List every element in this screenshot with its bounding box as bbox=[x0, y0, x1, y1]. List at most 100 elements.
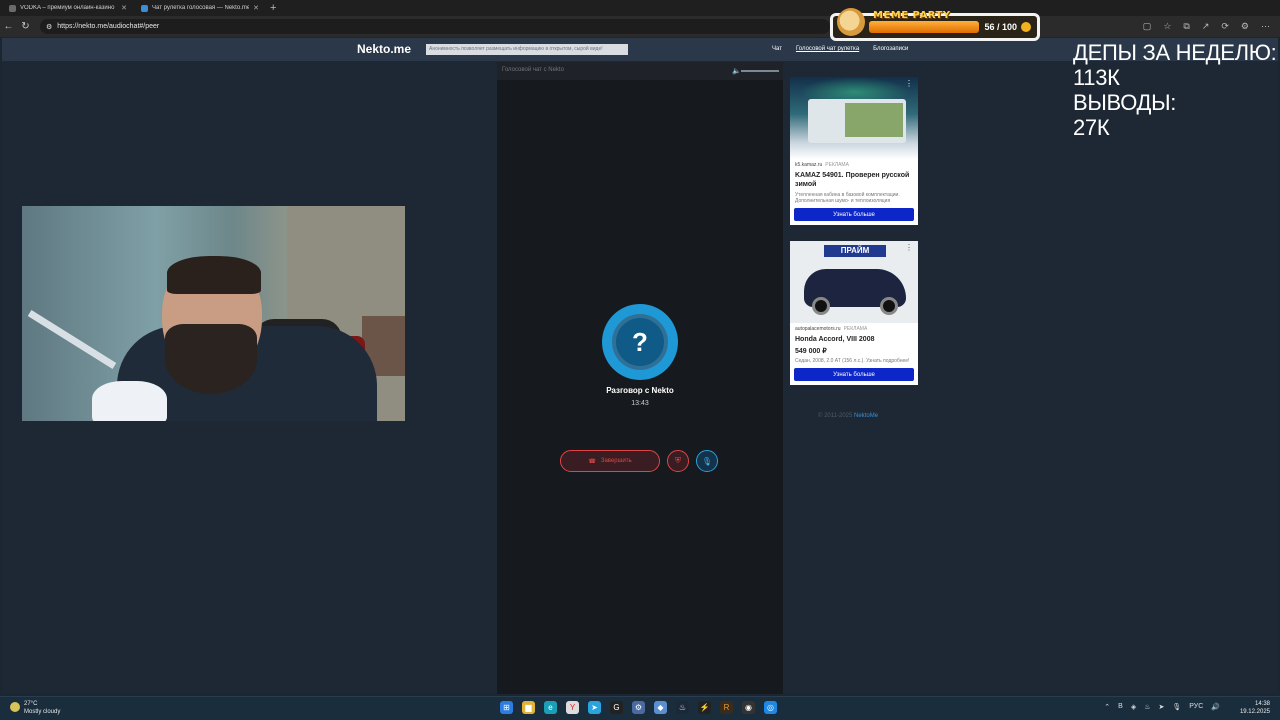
weather-desc: Mostly cloudy bbox=[24, 709, 61, 715]
volume-icon[interactable]: 🔈 bbox=[732, 67, 741, 75]
report-button[interactable]: ⛨ bbox=[667, 450, 689, 472]
reload-icon[interactable]: ↻ bbox=[17, 21, 34, 32]
tab-title: Чат рулетка голосовая — Nekto.me bbox=[152, 5, 250, 11]
shield-icon: ⛨ bbox=[675, 456, 681, 465]
badge-title: MEME PARTY bbox=[873, 10, 951, 21]
tab-close-icon[interactable]: ✕ bbox=[253, 4, 259, 12]
app-r-icon[interactable]: R bbox=[720, 701, 733, 714]
site-logo[interactable]: Nekto.me bbox=[357, 42, 411, 56]
screenshot-icon[interactable]: ▢ bbox=[1143, 21, 1152, 32]
tray-telegram-icon[interactable]: ➤ bbox=[1158, 703, 1164, 711]
tab-close-icon[interactable]: ✕ bbox=[121, 4, 127, 12]
question-icon: ? bbox=[612, 314, 668, 370]
volume-slider[interactable] bbox=[741, 70, 779, 72]
menu-item-blog[interactable]: Блогозаписи bbox=[873, 46, 908, 52]
share-icon[interactable]: ↗ bbox=[1202, 21, 1210, 32]
browser-actions: ▢ ☆ ⧉ ↗ ⟳ ⚙ ⋯ bbox=[1143, 21, 1270, 32]
site-info-icon[interactable]: ⚙ bbox=[46, 23, 52, 31]
ad-learn-more-button[interactable]: Узнать больше bbox=[794, 368, 914, 381]
ad-tag: РЕКЛАМА bbox=[825, 162, 849, 168]
weather-icon bbox=[10, 702, 20, 712]
app-globe-icon[interactable]: ◎ bbox=[764, 701, 777, 714]
yandex-browser-icon[interactable]: Y bbox=[566, 701, 579, 714]
bookmark-star-icon[interactable]: ☆ bbox=[1163, 21, 1171, 32]
app-bolt-icon[interactable]: ⚡ bbox=[698, 701, 711, 714]
badge-score: 56 / 100 bbox=[984, 22, 1017, 32]
tab-nekto[interactable]: VODKA – премиум онлайн-казино Чат рулетк… bbox=[136, 1, 264, 15]
anonymity-notice: Анонимность позволяет размещать информац… bbox=[426, 44, 628, 55]
ad-image-truck: ⋮ bbox=[790, 77, 918, 159]
extensions-icon[interactable]: ⧉ bbox=[1183, 21, 1189, 32]
tray-b-icon[interactable]: B bbox=[1118, 703, 1123, 711]
taskbar-apps: ⊞ ▆ e Y ➤ G ⚙ ◆ ♨ ⚡ R ◉ ◎ bbox=[500, 701, 777, 714]
ad-options-icon[interactable]: ⋮ bbox=[905, 243, 913, 252]
ad-description: Утепленная кабина в базовой комплектации… bbox=[795, 192, 900, 204]
meme-party-badge: MEME PARTY 56 / 100 bbox=[830, 8, 1040, 41]
tab-casino[interactable]: VODKA – премиум онлайн-казино ✕ bbox=[4, 1, 132, 15]
ad-image-car: ПРАЙМ ⋮ bbox=[790, 241, 918, 323]
ad-source: k5.kamaz.ru РЕКЛАМА bbox=[790, 159, 918, 168]
clock-time: 14:38 bbox=[1254, 701, 1270, 707]
overlay-withdrawals-label: ВЫВОДЫ: bbox=[1073, 90, 1177, 115]
file-explorer-icon[interactable]: ▆ bbox=[522, 701, 535, 714]
overlay-deposits-value: 113К bbox=[1073, 65, 1120, 90]
obs-icon[interactable]: ◉ bbox=[742, 701, 755, 714]
peer-avatar: ? bbox=[602, 304, 678, 380]
settings-icon[interactable]: ⚙ bbox=[1241, 21, 1249, 32]
edge-icon[interactable]: e bbox=[544, 701, 557, 714]
windows-taskbar: 27°C Mostly cloudy ⊞ ▆ e Y ➤ G ⚙ ◆ ♨ ⚡ R… bbox=[0, 696, 1280, 720]
clock-date: 19.12.2025 bbox=[1239, 709, 1270, 715]
settings-app-icon[interactable]: ⚙ bbox=[632, 701, 645, 714]
mute-button[interactable]: 🎙 bbox=[696, 450, 718, 472]
tray-chevron-icon[interactable]: ⌃ bbox=[1104, 703, 1110, 711]
voice-chat-panel: Голосовой чат с Nekto 🔈 ? Разговор с Nek… bbox=[497, 62, 783, 694]
menu-item-chat[interactable]: Чат bbox=[772, 46, 782, 52]
site-footer: © 2011-2025 NektoMe bbox=[818, 413, 878, 419]
language-indicator[interactable]: РУС bbox=[1189, 703, 1203, 711]
ad-learn-more-button[interactable]: Узнать больше bbox=[794, 208, 914, 221]
taskbar-clock[interactable]: 14:38 19.12.2025 bbox=[1240, 700, 1270, 716]
ad-source: autopalacemotors.ru РЕКЛАМА bbox=[790, 323, 918, 332]
tray-steam-icon[interactable]: ♨ bbox=[1144, 703, 1150, 711]
ad-source-domain: k5.kamaz.ru bbox=[795, 162, 823, 168]
progress-bar bbox=[869, 21, 979, 33]
end-call-button[interactable]: ☎ Завершить bbox=[560, 450, 660, 472]
refresh-icon[interactable]: ⟳ bbox=[1221, 21, 1229, 32]
tray-app-icon[interactable]: ◈ bbox=[1131, 703, 1136, 711]
telegram-icon[interactable]: ➤ bbox=[588, 701, 601, 714]
ad-brand-logo: ПРАЙМ bbox=[824, 245, 886, 257]
start-icon[interactable]: ⊞ bbox=[500, 701, 513, 714]
new-tab-button[interactable]: + bbox=[270, 2, 276, 14]
steam-icon[interactable]: ♨ bbox=[676, 701, 689, 714]
speaker-icon[interactable]: 🔊 bbox=[1211, 703, 1220, 711]
ad-kamaz[interactable]: ⋮ k5.kamaz.ru РЕКЛАМА KAMAZ 54901. Прове… bbox=[790, 77, 918, 225]
end-call-label: Завершить bbox=[600, 458, 632, 464]
ad-honda[interactable]: ПРАЙМ ⋮ autopalacemotors.ru РЕКЛАМА Hond… bbox=[790, 241, 918, 385]
footer-link[interactable]: NektoMe bbox=[854, 413, 878, 419]
webcam-hand bbox=[92, 381, 167, 421]
webcam-person-hair bbox=[167, 256, 261, 294]
ad-price: 549 000 ₽ bbox=[795, 348, 827, 355]
tab-title: VODKA – премиум онлайн-казино bbox=[20, 5, 115, 11]
call-title: Разговор с Nekto bbox=[606, 386, 674, 395]
menu-item-voice-roulette[interactable]: Голосовой чат рулетка bbox=[796, 46, 859, 52]
url-text: https://nekto.me/audiochat#/peer bbox=[57, 23, 160, 30]
ad-car-wheel bbox=[880, 297, 898, 315]
weather-temp: 27°C bbox=[24, 701, 38, 707]
ad-tag: РЕКЛАМА bbox=[843, 326, 868, 332]
system-tray: ⌃ B ◈ ♨ ➤ 🎙 РУС 🔊 bbox=[1104, 703, 1220, 711]
ad-headline: Honda Accord, VIII 2008 bbox=[795, 336, 875, 343]
weather-widget[interactable]: 27°C Mostly cloudy bbox=[10, 700, 60, 716]
overlay-deposits-label: ДЕПЫ ЗА НЕДЕЛЮ: bbox=[1073, 40, 1277, 65]
tray-mic-icon[interactable]: 🎙 bbox=[1172, 703, 1181, 711]
address-bar: ← ↻ ⚙ https://nekto.me/audiochat#/peer ▢… bbox=[0, 16, 1280, 37]
app-drop-icon[interactable]: ◆ bbox=[654, 701, 667, 714]
app-g-icon[interactable]: G bbox=[610, 701, 623, 714]
url-field[interactable]: ⚙ https://nekto.me/audiochat#/peer bbox=[40, 19, 830, 34]
menu-icon[interactable]: ⋯ bbox=[1261, 21, 1270, 32]
coin-icon bbox=[1021, 22, 1031, 32]
webcam-person-beard bbox=[165, 324, 257, 394]
ad-options-icon[interactable]: ⋮ bbox=[905, 79, 913, 88]
back-icon[interactable]: ← bbox=[0, 21, 17, 32]
overlay-withdrawals-value: 27К bbox=[1073, 115, 1110, 140]
